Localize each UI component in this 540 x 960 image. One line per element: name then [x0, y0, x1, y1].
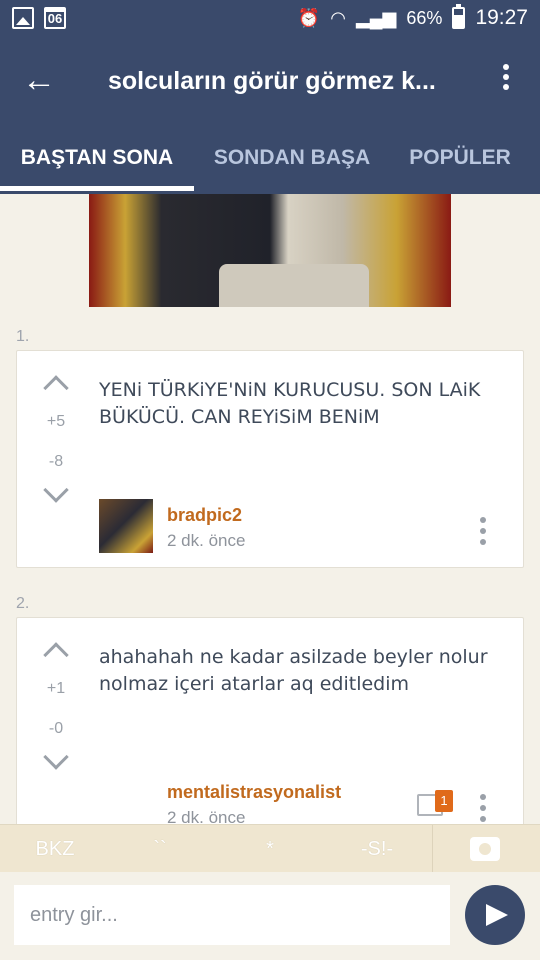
app-bar: ← solcuların görür görmez k... — [0, 38, 540, 124]
entry-input[interactable] — [14, 885, 450, 945]
entry-list[interactable]: 1. +5 -8 YENi TÜRKiYE'NiN KURUCUSU. SON … — [0, 194, 540, 824]
upvote-icon[interactable] — [43, 642, 69, 668]
calendar-icon: 06 — [44, 7, 66, 29]
back-arrow-icon[interactable]: ← — [22, 60, 62, 100]
author-name[interactable]: bradpic2 — [167, 505, 242, 526]
entry-text: YENi TÜRKiYE'NiN KURUCUSU. SON LAiK BÜKÜ… — [99, 379, 481, 428]
comment-count-badge: 1 — [435, 790, 453, 812]
tab-bastan-sona[interactable]: BAŞTAN SONA — [0, 124, 194, 194]
entry-card: +5 -8 YENi TÜRKiYE'NiN KURUCUSU. SON LAi… — [16, 350, 524, 568]
entry-menu-icon[interactable] — [477, 794, 489, 824]
downvote-icon[interactable] — [43, 477, 69, 503]
entry-menu-icon[interactable] — [477, 517, 489, 549]
avatar[interactable] — [99, 499, 153, 553]
signal-icon: ▂▄▆ — [355, 7, 397, 28]
tab-bar: BAŞTAN SONA SONDAN BAŞA POPÜLER — [0, 124, 540, 194]
overflow-menu-icon[interactable] — [496, 64, 516, 100]
wifi-icon: ◠ — [330, 7, 346, 28]
entry-bar — [0, 872, 540, 960]
clock: 19:27 — [475, 6, 528, 29]
send-button[interactable] — [465, 885, 525, 945]
camera-icon[interactable] — [470, 837, 500, 861]
gallery-icon — [12, 7, 34, 29]
entry-time: 2 dk. önce — [167, 531, 246, 550]
upvote-icon[interactable] — [43, 375, 69, 401]
downvote-count: -0 — [48, 720, 64, 737]
toolbar-divider — [432, 825, 433, 873]
alarm-icon: ⏰ — [297, 7, 321, 28]
downvote-count: -8 — [48, 453, 64, 470]
spoiler-button[interactable]: -S!- — [342, 825, 412, 873]
tab-populer[interactable]: POPÜLER — [396, 124, 524, 194]
downvote-icon[interactable] — [43, 744, 69, 770]
bkz-button[interactable]: BKZ — [20, 825, 90, 873]
format-toolbar: BKZ `` * -S!- — [0, 824, 540, 873]
entry-card: +1 -0 ahahahah ne kadar asilzade beyler … — [16, 617, 524, 824]
entry-time: 2 dk. önce — [167, 808, 246, 824]
author-name[interactable]: mentalistrasyonalist — [167, 782, 341, 803]
status-bar: 06 ⏰ ◠ ▂▄▆ 66% 19:27 — [0, 0, 540, 38]
page-title: solcuların görür görmez k... — [108, 67, 436, 95]
upvote-count: +5 — [46, 413, 66, 430]
link-button[interactable]: `` — [125, 825, 195, 873]
topic-image — [89, 194, 451, 307]
entry-text: ahahahah ne kadar asilzade beyler nolur … — [99, 646, 488, 695]
tab-sondan-basa[interactable]: SONDAN BAŞA — [200, 124, 384, 194]
entry-number: 1. — [16, 328, 30, 345]
asterisk-button[interactable]: * — [235, 825, 305, 873]
battery-icon — [452, 4, 466, 29]
entry-number: 2. — [16, 595, 30, 612]
active-tab-indicator — [0, 186, 194, 191]
upvote-count: +1 — [46, 680, 66, 697]
battery-percent: 66% — [406, 7, 443, 28]
